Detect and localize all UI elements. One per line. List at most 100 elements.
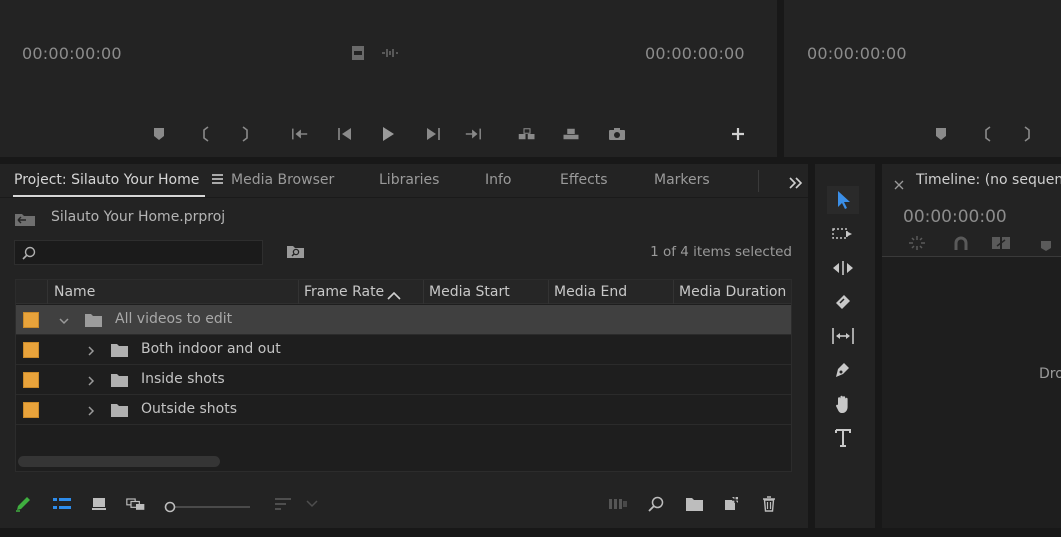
folder-icon: [110, 373, 129, 388]
project-file-name: Silauto Your Home.prproj: [51, 209, 226, 225]
find-icon[interactable]: [646, 494, 666, 514]
project-file-icon: [14, 211, 36, 231]
go-to-out-icon[interactable]: [464, 125, 482, 143]
timeline-track-area[interactable]: Dro: [882, 256, 1061, 528]
tab-libraries[interactable]: Libraries: [379, 172, 439, 188]
program-monitor-panel: 00:00:00:00: [784, 0, 1061, 157]
search-icon: [22, 245, 36, 264]
table-row[interactable]: Outside shots: [16, 395, 791, 425]
tab-effects[interactable]: Effects: [560, 172, 608, 188]
write-protect-pencil-icon[interactable]: [13, 494, 33, 514]
column-separator: [298, 280, 299, 304]
column-header-media-end[interactable]: Media End: [554, 280, 627, 304]
drag-video-only-icon[interactable]: [349, 44, 367, 62]
program-mark-in-icon[interactable]: [979, 125, 997, 143]
new-item-icon[interactable]: [721, 494, 741, 514]
freeform-view-icon[interactable]: [126, 494, 146, 514]
column-separator: [47, 280, 48, 304]
insert-overwrite-sequences-icon[interactable]: [908, 235, 926, 255]
timeline-timecode[interactable]: 00:00:00:00: [903, 207, 1007, 227]
horizontal-scrollbar[interactable]: [18, 456, 220, 467]
column-header-name[interactable]: Name: [54, 280, 95, 304]
new-search-bin-icon[interactable]: [286, 244, 305, 263]
project-file-table: Name Frame Rate Media Start Media End Me…: [15, 279, 792, 472]
track-select-tool-icon[interactable]: [827, 220, 859, 248]
label-color-swatch[interactable]: [23, 402, 39, 418]
play-icon[interactable]: [379, 125, 397, 143]
export-frame-icon[interactable]: [608, 125, 626, 143]
table-row[interactable]: Both indoor and out: [16, 335, 791, 365]
snap-magnet-icon[interactable]: [953, 235, 969, 255]
chevron-down-icon[interactable]: [58, 313, 69, 327]
tools-panel: [815, 164, 875, 528]
chevron-right-icon[interactable]: [86, 403, 96, 417]
more-tabs-chevron-icon[interactable]: [789, 174, 803, 193]
label-color-swatch[interactable]: [23, 342, 39, 358]
tab-markers[interactable]: Markers: [654, 172, 710, 188]
list-view-icon[interactable]: [52, 494, 72, 514]
column-separator: [548, 280, 549, 304]
add-marker-icon[interactable]: [1040, 237, 1052, 256]
add-marker-icon[interactable]: [150, 125, 168, 143]
hand-tool-icon[interactable]: [827, 390, 859, 418]
column-header-media-start[interactable]: Media Start: [429, 280, 510, 304]
timeline-panel: Timeline: (no sequence 00:00:00:00 Dro: [882, 164, 1061, 528]
mark-in-icon[interactable]: [197, 125, 215, 143]
timeline-tab-title[interactable]: Timeline: (no sequence: [916, 172, 1061, 188]
bin-name[interactable]: Both indoor and out: [141, 341, 281, 357]
column-header-frame-rate[interactable]: Frame Rate: [304, 280, 384, 304]
program-mark-out-icon[interactable]: [1018, 125, 1036, 143]
items-selected-count: 1 of 4 items selected: [650, 244, 792, 260]
mark-out-icon[interactable]: [236, 125, 254, 143]
tab-project-label: Project: Silauto Your Home: [14, 172, 200, 188]
folder-icon: [110, 403, 129, 418]
bin-name[interactable]: All videos to edit: [115, 311, 232, 327]
table-row[interactable]: Inside shots: [16, 365, 791, 395]
program-add-marker-icon[interactable]: [932, 125, 950, 143]
table-row[interactable]: All videos to edit: [16, 305, 791, 335]
slip-tool-icon[interactable]: [827, 322, 859, 350]
step-forward-icon[interactable]: [424, 125, 442, 143]
sort-dropdown-chevron-icon[interactable]: [302, 494, 322, 514]
tab-info[interactable]: Info: [485, 172, 512, 188]
zoom-slider[interactable]: [164, 498, 252, 517]
button-editor-plus-icon[interactable]: [729, 125, 747, 143]
sort-icons-icon[interactable]: [273, 494, 293, 514]
pen-tool-icon[interactable]: [827, 356, 859, 384]
drop-media-hint: Dro: [1039, 366, 1061, 382]
trash-icon[interactable]: [759, 494, 779, 514]
chevron-right-icon[interactable]: [86, 343, 96, 357]
chevron-right-icon[interactable]: [86, 373, 96, 387]
close-panel-icon[interactable]: [894, 175, 904, 194]
column-separator: [423, 280, 424, 304]
selection-tool-icon[interactable]: [827, 186, 859, 214]
type-tool-icon[interactable]: [827, 424, 859, 452]
go-to-in-icon[interactable]: [291, 125, 309, 143]
label-color-swatch[interactable]: [23, 372, 39, 388]
column-header-media-duration[interactable]: Media Duration: [679, 280, 786, 304]
folder-icon: [110, 343, 129, 358]
step-back-icon[interactable]: [336, 125, 354, 143]
icon-view-icon[interactable]: [89, 494, 109, 514]
linked-selection-icon[interactable]: [991, 235, 1011, 255]
tab-project[interactable]: Project: Silauto Your Home: [14, 172, 223, 188]
label-color-swatch[interactable]: [23, 312, 39, 328]
insert-icon[interactable]: [518, 125, 536, 143]
drag-audio-only-icon[interactable]: [381, 44, 399, 62]
ripple-edit-tool-icon[interactable]: [827, 254, 859, 282]
bin-name[interactable]: Inside shots: [141, 371, 225, 387]
automate-to-sequence-icon[interactable]: [608, 494, 628, 514]
table-header: [16, 280, 791, 304]
search-input[interactable]: [14, 240, 263, 265]
sort-ascending-icon[interactable]: [387, 286, 401, 305]
search-field[interactable]: [41, 243, 259, 262]
folder-icon: [84, 313, 103, 328]
new-bin-folder-icon[interactable]: [684, 494, 704, 514]
panel-menu-icon[interactable]: [211, 172, 223, 188]
bin-name[interactable]: Outside shots: [141, 401, 237, 417]
source-timecode-current[interactable]: 00:00:00:00: [22, 44, 122, 63]
program-timecode[interactable]: 00:00:00:00: [807, 44, 907, 63]
razor-tool-icon[interactable]: [827, 288, 859, 316]
tab-media-browser[interactable]: Media Browser: [231, 172, 334, 188]
overwrite-icon[interactable]: [562, 125, 580, 143]
